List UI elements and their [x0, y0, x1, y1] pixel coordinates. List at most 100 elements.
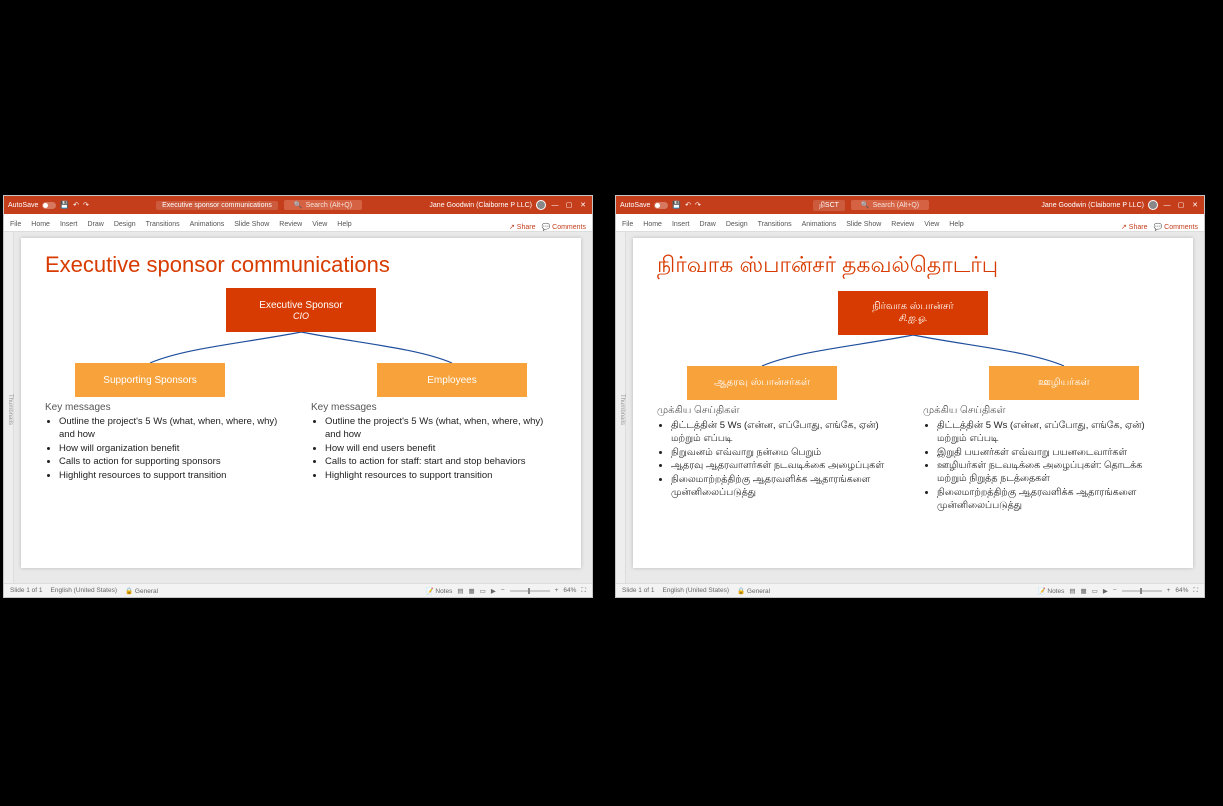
view-slideshow-icon[interactable]: ▶ [1103, 587, 1108, 595]
redo-icon[interactable]: ↷ [695, 201, 701, 209]
maximize-button[interactable]: ▢ [564, 201, 574, 209]
undo-icon[interactable]: ↶ [685, 201, 691, 209]
content-columns: முக்கிய செய்திகள் திட்டத்தின் 5 Ws (என்ன… [657, 405, 1169, 514]
column-left: முக்கிய செய்திகள் திட்டத்தின் 5 Ws (என்ன… [657, 405, 903, 514]
notes-button[interactable]: 📝 Notes [1037, 587, 1064, 595]
tab-draw[interactable]: Draw [87, 221, 103, 231]
tab-insert[interactable]: Insert [60, 221, 78, 231]
fit-to-window-icon[interactable]: ⛶ [1193, 587, 1198, 595]
key-messages-heading-left: முக்கிய செய்திகள் [657, 405, 903, 417]
slide-canvas[interactable]: நிர்வாக ஸ்பான்சர் தகவல்தொடர்பு நிர்வாக ஸ… [626, 232, 1204, 583]
tab-review[interactable]: Review [279, 221, 302, 231]
zoom-out-button[interactable]: − [1113, 587, 1117, 594]
zoom-value[interactable]: 64% [563, 587, 576, 594]
zoom-slider[interactable] [1122, 590, 1162, 592]
status-language[interactable]: English (United States) [663, 587, 729, 594]
slide-canvas[interactable]: Executive sponsor communications Executi… [14, 232, 592, 583]
search-box[interactable]: 🔍 Search (Alt+Q) [284, 200, 362, 210]
list-item: நிலைமாற்றத்திற்கு ஆதரவளிக்க ஆதாரங்களை மு… [671, 474, 903, 500]
status-bar: Slide 1 of 1 English (United States) 🔒 G… [4, 583, 592, 597]
tab-file[interactable]: File [10, 221, 21, 231]
column-right: Key messages Outline the project's 5 Ws … [311, 402, 557, 484]
tab-transitions[interactable]: Transitions [146, 221, 180, 231]
share-button[interactable]: ↗ Share [1121, 223, 1148, 231]
view-normal-icon[interactable]: ▤ [1069, 587, 1075, 595]
user-name[interactable]: Jane Goodwin (Claiborne P LLC) [429, 202, 532, 209]
tab-view[interactable]: View [312, 221, 327, 231]
close-button[interactable]: ✕ [578, 201, 588, 209]
thumbnail-rail[interactable]: Thumbnails [616, 232, 626, 583]
tab-insert[interactable]: Insert [672, 221, 690, 231]
zoom-out-button[interactable]: − [501, 587, 505, 594]
view-reading-icon[interactable]: ▭ [480, 587, 486, 595]
tab-home[interactable]: Home [31, 221, 50, 231]
save-icon[interactable]: 💾 [60, 201, 69, 209]
undo-icon[interactable]: ↶ [73, 201, 79, 209]
list-item: How will end users benefit [325, 443, 557, 456]
autosave-toggle[interactable] [654, 202, 668, 209]
avatar[interactable] [536, 200, 546, 210]
redo-icon[interactable]: ↷ [83, 201, 89, 209]
view-sorter-icon[interactable]: ▦ [469, 587, 475, 595]
tab-slideshow[interactable]: Slide Show [234, 221, 269, 231]
avatar[interactable] [1148, 200, 1158, 210]
list-item: Highlight resources to support transitio… [59, 470, 291, 483]
minimize-button[interactable]: — [550, 202, 560, 209]
zoom-value[interactable]: 64% [1175, 587, 1188, 594]
tab-review[interactable]: Review [891, 221, 914, 231]
save-icon[interactable]: 💾 [672, 201, 681, 209]
slide: Executive sponsor communications Executi… [21, 238, 581, 568]
tab-file[interactable]: File [622, 221, 633, 231]
org-child-right: Employees [377, 363, 527, 397]
org-top-line1: நிர்வாக ஸ்பான்சர் [838, 301, 988, 313]
tab-slideshow[interactable]: Slide Show [846, 221, 881, 231]
view-slideshow-icon[interactable]: ▶ [491, 587, 496, 595]
share-button[interactable]: ↗ Share [509, 223, 536, 231]
list-item: Calls to action for supporting sponsors [59, 456, 291, 469]
status-access[interactable]: 🔒 General [125, 587, 158, 595]
tab-home[interactable]: Home [643, 221, 662, 231]
view-normal-icon[interactable]: ▤ [457, 587, 463, 595]
ribbon-tabs: File Home Insert Draw Design Transitions… [616, 214, 1204, 232]
comments-button[interactable]: 💬 Comments [1153, 223, 1198, 231]
view-reading-icon[interactable]: ▭ [1092, 587, 1098, 595]
slide-title: Executive sponsor communications [45, 252, 557, 278]
close-button[interactable]: ✕ [1190, 201, 1200, 209]
status-access[interactable]: 🔒 General [737, 587, 770, 595]
org-top-line2: CIO [226, 311, 376, 321]
user-name[interactable]: Jane Goodwin (Claiborne P LLC) [1041, 202, 1144, 209]
ribbon-tabs: File Home Insert Draw Design Transitions… [4, 214, 592, 232]
document-title[interactable]: Executive sponsor communications [156, 201, 278, 210]
zoom-in-button[interactable]: + [1167, 587, 1171, 594]
status-slide-number: Slide 1 of 1 [622, 587, 655, 594]
thumbnail-rail[interactable]: Thumbnails [4, 232, 14, 583]
list-item: திட்டத்தின் 5 Ws (என்ன, எப்போது, எங்கே, … [671, 420, 903, 446]
tab-view[interactable]: View [924, 221, 939, 231]
content-columns: Key messages Outline the project's 5 Ws … [45, 402, 557, 484]
key-messages-heading-left: Key messages [45, 402, 291, 413]
zoom-slider[interactable] [510, 590, 550, 592]
slide: நிர்வாக ஸ்பான்சர் தகவல்தொடர்பு நிர்வாக ஸ… [633, 238, 1193, 568]
search-box[interactable]: 🔍 Search (Alt+Q) [851, 200, 929, 210]
notes-button[interactable]: 📝 Notes [425, 587, 452, 595]
tab-design[interactable]: Design [114, 221, 136, 231]
tab-design[interactable]: Design [726, 221, 748, 231]
tab-help[interactable]: Help [337, 221, 351, 231]
org-top-box: நிர்வாக ஸ்பான்சர் சி.ஐ.ஓ. [838, 291, 988, 335]
tab-draw[interactable]: Draw [699, 221, 715, 231]
column-right: முக்கிய செய்திகள் திட்டத்தின் 5 Ws (என்ன… [923, 405, 1169, 514]
tab-animations[interactable]: Animations [802, 221, 837, 231]
document-title[interactable]: நிSCT [813, 200, 845, 211]
tab-transitions[interactable]: Transitions [758, 221, 792, 231]
view-sorter-icon[interactable]: ▦ [1081, 587, 1087, 595]
comparison-stage: AutoSave 💾 ↶ ↷ Executive sponsor communi… [0, 195, 1223, 615]
autosave-toggle[interactable] [42, 202, 56, 209]
fit-to-window-icon[interactable]: ⛶ [581, 587, 586, 595]
minimize-button[interactable]: — [1162, 202, 1172, 209]
zoom-in-button[interactable]: + [555, 587, 559, 594]
maximize-button[interactable]: ▢ [1176, 201, 1186, 209]
tab-help[interactable]: Help [949, 221, 963, 231]
comments-button[interactable]: 💬 Comments [541, 223, 586, 231]
tab-animations[interactable]: Animations [190, 221, 225, 231]
status-language[interactable]: English (United States) [51, 587, 117, 594]
